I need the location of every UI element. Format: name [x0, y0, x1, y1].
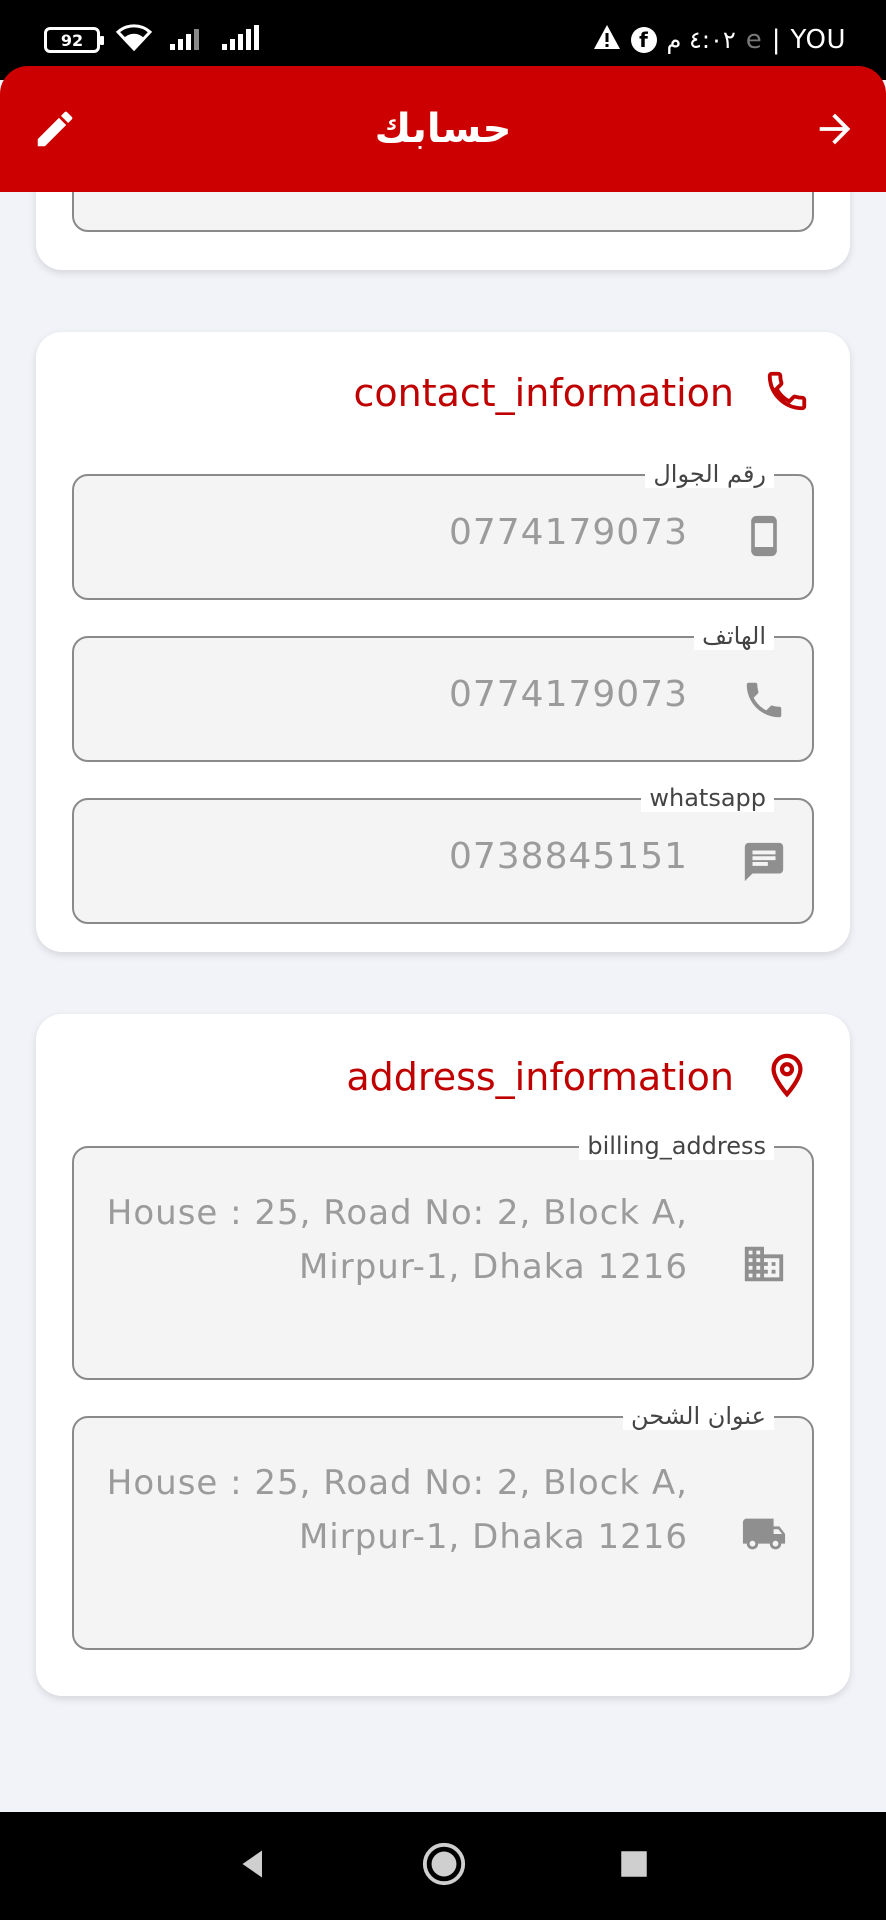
- address-card-header: address_information: [346, 1050, 810, 1104]
- shipping-address-line1: House : 25, Road No: 2, Block A,: [106, 1463, 688, 1503]
- phone-icon: [764, 368, 810, 418]
- billing-address-line1: House : 25, Road No: 2, Block A,: [106, 1193, 688, 1233]
- wifi-icon: [114, 23, 154, 57]
- billing-address-field[interactable]: billing_address House : 25, Road No: 2, …: [72, 1132, 814, 1380]
- whatsapp-field[interactable]: whatsapp 0738845151: [72, 784, 814, 924]
- previous-field[interactable]: [72, 192, 814, 232]
- signal-icon-2: [220, 24, 262, 56]
- address-card-title: address_information: [346, 1055, 734, 1099]
- whatsapp-field-label: whatsapp: [641, 784, 774, 812]
- battery-level: 92: [60, 30, 84, 50]
- status-bar-left: 92: [44, 23, 262, 57]
- building-icon: [740, 1240, 788, 1288]
- page-title: حسابك: [374, 106, 512, 152]
- battery-icon: 92: [44, 27, 104, 53]
- edit-button[interactable]: [28, 102, 82, 156]
- truck-icon: [740, 1510, 788, 1558]
- mobile-field[interactable]: رقم الجوال 0774179073: [72, 460, 814, 600]
- field-icon: [740, 192, 788, 202]
- nav-recents-button[interactable]: [617, 1847, 651, 1885]
- landline-field-label: الهاتف: [694, 622, 774, 650]
- status-time: ٤:٠٢ م: [666, 26, 736, 54]
- shipping-address-label: عنوان الشحن: [622, 1402, 774, 1430]
- mobile-phone-icon: [740, 512, 788, 560]
- location-pin-icon: [764, 1050, 810, 1104]
- whatsapp-field-value: 0738845151: [448, 836, 688, 877]
- square-recents-icon: [621, 1851, 647, 1877]
- shipping-address-value: House : 25, Road No: 2, Block A, Mirpur-…: [107, 1456, 688, 1564]
- arrow-right-icon: [819, 113, 851, 145]
- carrier-name: YOU: [790, 25, 846, 55]
- facebook-icon: f: [630, 27, 657, 53]
- billing-address-value: House : 25, Road No: 2, Block A, Mirpur-…: [107, 1186, 688, 1294]
- back-button[interactable]: [808, 102, 862, 156]
- app-bar: حسابك: [0, 66, 886, 192]
- contact-information-card: contact_information رقم الجوال 077417907…: [36, 332, 850, 952]
- status-bar-right: f ٤:٠٢ م e | YOU: [593, 24, 847, 57]
- landline-field[interactable]: الهاتف 0774179073: [72, 622, 814, 762]
- landline-field-value: 0774179073: [448, 674, 688, 715]
- triangle-back-icon: [242, 1850, 262, 1878]
- shipping-address-field[interactable]: عنوان الشحن House : 25, Road No: 2, Bloc…: [72, 1402, 814, 1650]
- status-extra: e: [745, 25, 762, 55]
- contact-card-title: contact_information: [353, 371, 734, 415]
- billing-address-line2: Mirpur-1, Dhaka 1216: [298, 1247, 688, 1287]
- billing-address-label: billing_address: [579, 1132, 774, 1160]
- status-separator: |: [771, 25, 781, 55]
- nav-back-button[interactable]: [235, 1846, 271, 1886]
- message-icon: [740, 838, 788, 886]
- pencil-icon: [37, 111, 73, 147]
- address-information-card: address_information billing_address Hous…: [36, 1014, 850, 1696]
- mobile-field-value: 0774179073: [448, 512, 688, 553]
- shipping-address-line2: Mirpur-1, Dhaka 1216: [298, 1517, 688, 1557]
- circle-home-icon: [422, 1842, 466, 1886]
- warning-icon: [593, 24, 621, 57]
- previous-card: [36, 192, 850, 270]
- signal-icon-1: [168, 24, 206, 56]
- system-nav-bar: [0, 1812, 886, 1920]
- mobile-field-label: رقم الجوال: [645, 460, 774, 488]
- nav-home-button[interactable]: [421, 1841, 467, 1891]
- contact-card-header: contact_information: [353, 368, 810, 418]
- content-scroll[interactable]: contact_information رقم الجوال 077417907…: [0, 192, 886, 1812]
- phone-icon: [740, 676, 788, 724]
